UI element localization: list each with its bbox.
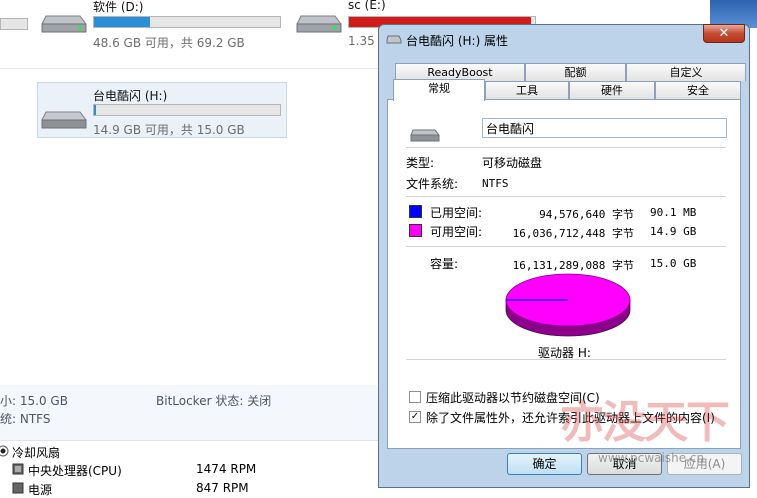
free-bytes: 16,036,712,448 字节: [512, 227, 634, 240]
drive-d-name[interactable]: 软件 (D:): [93, 0, 143, 15]
free-label: 可用空间:: [430, 225, 483, 239]
power-fan-value: 847 RPM: [196, 481, 249, 495]
tab-hardware[interactable]: 硬件: [569, 81, 655, 99]
detail-filesystem: 统: NTFS: [0, 412, 51, 426]
detail-size: 小: 15.0 GB: [0, 394, 68, 408]
dialog-title: 台电酷闪 (H:) 属性: [406, 34, 509, 48]
radio-icon: [0, 444, 10, 461]
drive-c-usage-bar: [0, 18, 28, 30]
watermark-url: www.pcwaishe.cn: [598, 451, 705, 465]
compress-checkbox[interactable]: [409, 391, 421, 403]
type-value: 可移动磁盘: [482, 156, 543, 170]
used-swatch: [409, 205, 422, 218]
used-size: 90.1 MB: [650, 206, 697, 219]
tab-customize[interactable]: 自定义: [626, 63, 746, 81]
watermark-logo: 亦没天下: [560, 397, 730, 448]
separator: [406, 147, 726, 148]
type-label: 类型:: [406, 156, 435, 170]
drive-label-field[interactable]: [482, 118, 727, 138]
drive-e-space: 1.35: [348, 34, 375, 48]
capacity-label: 容量:: [430, 257, 459, 271]
drive-e-name[interactable]: sc (E:): [348, 0, 386, 12]
cpu-fan-label: 中央处理器(CPU): [28, 464, 122, 478]
divider: [0, 68, 380, 69]
drive-d-space: 48.6 GB 可用，共 69.2 GB: [93, 36, 245, 50]
drive-e-icon[interactable]: [295, 8, 343, 39]
drive-h-icon[interactable]: [40, 104, 88, 135]
sensor-section-title: 冷却风扇: [12, 446, 61, 460]
separator: [406, 196, 726, 197]
filesystem-value: NTFS: [482, 177, 509, 190]
tab-tools[interactable]: 工具: [485, 81, 569, 99]
separator: [406, 359, 726, 360]
dialog-titlebar[interactable]: 台电酷闪 (H:) 属性 ✕: [379, 24, 749, 53]
index-checkbox[interactable]: ✓: [409, 411, 421, 423]
drive-h-name[interactable]: 台电酷闪 (H:): [93, 87, 167, 104]
drive-icon: [409, 126, 441, 147]
ok-button[interactable]: 确定: [507, 453, 582, 475]
separator: [406, 246, 726, 247]
free-swatch: [409, 224, 422, 237]
drive-d-icon[interactable]: [40, 8, 88, 39]
cpu-fan-value: 1474 RPM: [196, 462, 257, 476]
detail-bitlocker: BitLocker 状态: 关闭: [156, 394, 272, 408]
disk-usage-pie: [505, 273, 631, 337]
drive-d-usage-fill: [94, 17, 150, 27]
drive-h-usage-fill: [94, 105, 96, 115]
cpu-chip-icon: [12, 463, 24, 478]
power-fan-label: 电源: [28, 483, 53, 497]
power-icon: [12, 482, 24, 497]
drive-h-space: 14.9 GB 可用，共 15.0 GB: [93, 123, 245, 137]
close-button[interactable]: ✕: [703, 24, 745, 43]
capacity-bytes: 16,131,289,088 字节: [512, 259, 634, 272]
filesystem-label: 文件系统:: [406, 177, 459, 191]
drive-h-usage-bar: [93, 104, 281, 116]
drive-d-usage-bar: [93, 16, 281, 28]
tab-general[interactable]: 常规: [393, 79, 485, 101]
check-mark-icon: ✓: [410, 411, 420, 422]
free-size: 14.9 GB: [650, 225, 697, 238]
drive-title-icon: [386, 33, 402, 48]
used-label: 已用空间:: [430, 206, 483, 220]
tab-quota[interactable]: 配额: [525, 63, 626, 81]
capacity-size: 15.0 GB: [650, 257, 697, 270]
used-bytes: 94,576,640 字节: [539, 208, 634, 221]
tab-security[interactable]: 安全: [655, 81, 741, 99]
